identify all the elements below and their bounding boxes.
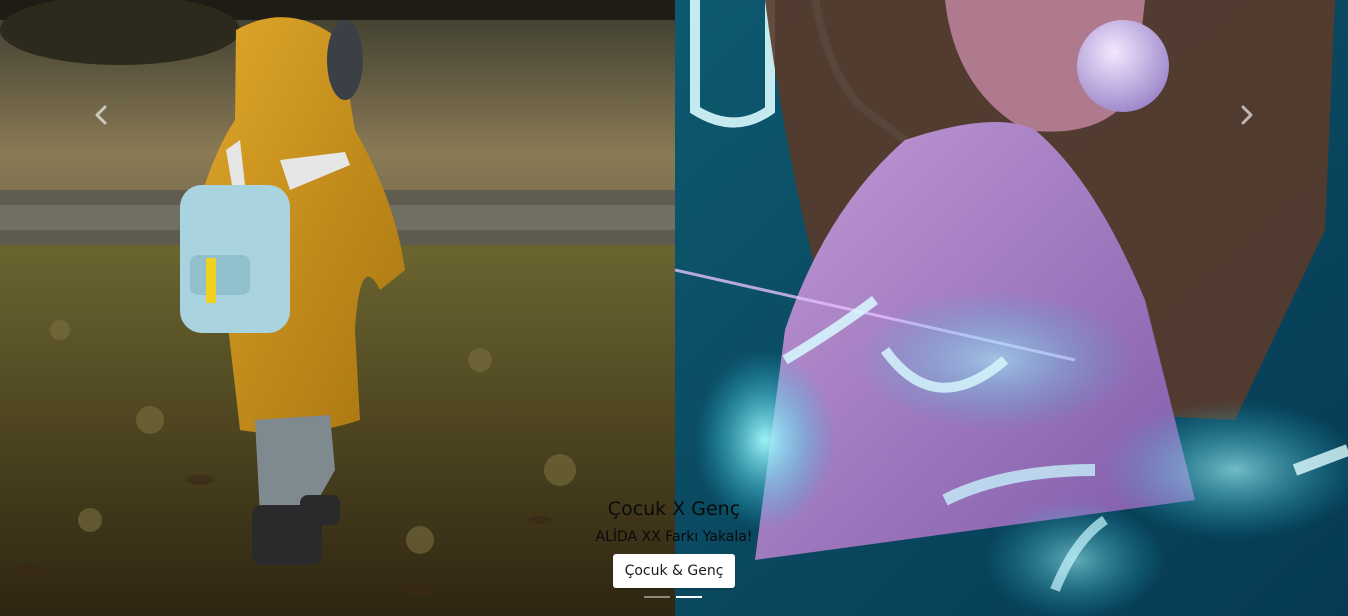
category-button[interactable]: Çocuk & Genç <box>612 554 736 588</box>
hero-carousel: Çocuk X Genç ALİDA XX Farkı Yakala! Çocu… <box>0 0 1348 616</box>
carousel-caption: Çocuk X Genç ALİDA XX Farkı Yakala! Çocu… <box>0 492 1348 588</box>
caption-subtitle: ALİDA XX Farkı Yakala! <box>595 529 753 545</box>
carousel-indicator-2[interactable] <box>676 596 702 598</box>
caption-title: Çocuk X Genç <box>607 498 741 520</box>
chevron-left-icon <box>95 105 107 125</box>
carousel-next-button[interactable] <box>1232 100 1262 130</box>
carousel-prev-button[interactable] <box>86 100 116 130</box>
carousel-indicators <box>644 596 702 598</box>
carousel-indicator-1[interactable] <box>644 596 670 598</box>
chevron-right-icon <box>1241 105 1253 125</box>
